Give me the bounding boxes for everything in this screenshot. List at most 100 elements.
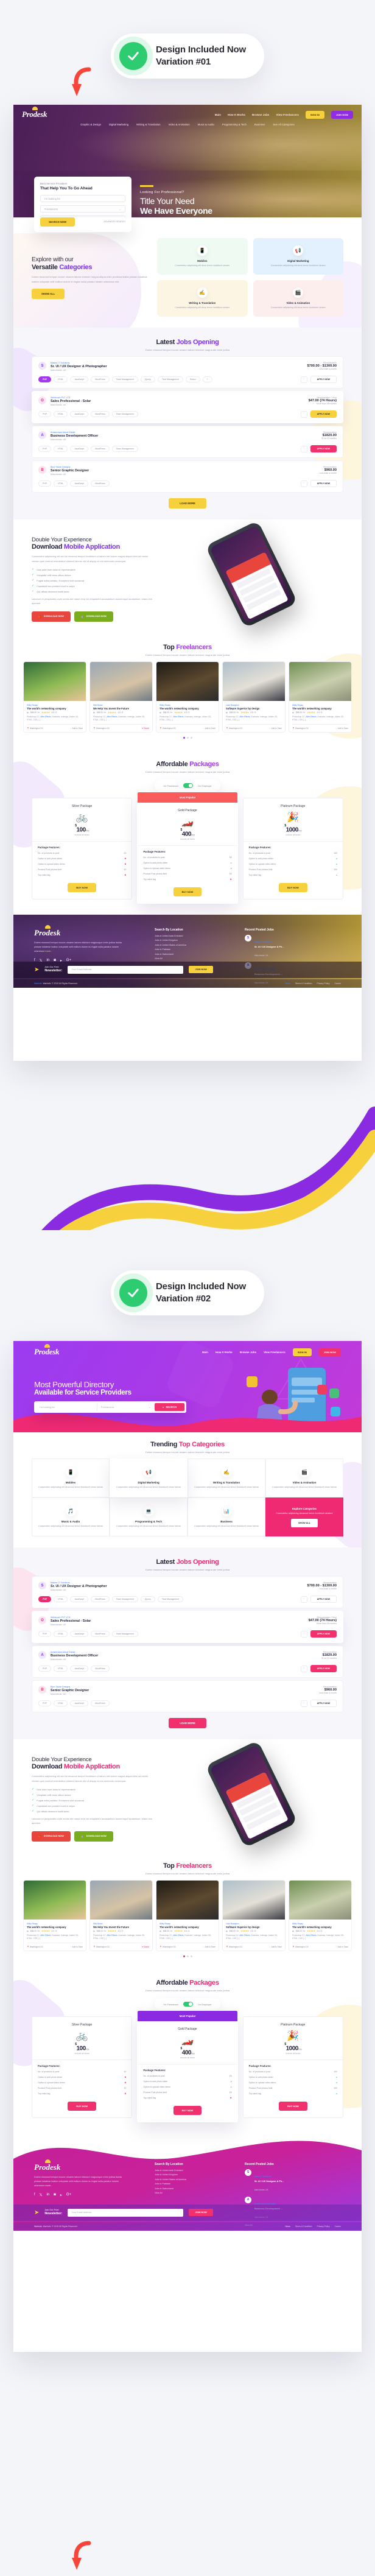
download-android-button[interactable]: 🤖 DOWNLOAD NOW <box>74 611 113 622</box>
job-title[interactable]: Sr. UI / UX Designer & Photographer <box>51 1585 107 1588</box>
toggle-switch[interactable] <box>183 783 194 789</box>
save-job-icon[interactable]: ♡ <box>300 1700 307 1707</box>
job-tag[interactable]: Team Management <box>111 446 138 452</box>
nav-item-main[interactable]: Main <box>215 113 221 116</box>
load-more-button[interactable]: LOAD MORE <box>169 1718 206 1729</box>
job-title[interactable]: Sales Professional - Solar <box>51 1619 91 1623</box>
apply-now-button[interactable]: APPLY NOW <box>310 445 337 453</box>
save-freelancer-button[interactable]: ♡ Add to Save <box>335 1946 348 1948</box>
job-company[interactable]: Maken IT Solutions <box>51 1582 107 1584</box>
category-card-programming[interactable]: 💻 Programming & Tech Consectetur adipisici… <box>110 1497 188 1537</box>
job-tag[interactable]: WordPress <box>91 411 110 418</box>
download-android-button[interactable]: 🤖 DOWNLOAD NOW <box>74 1831 113 1842</box>
freelancer-card[interactable]: Wiley Repay The world's networking compa… <box>23 1879 86 1952</box>
job-tag[interactable]: Redux <box>185 376 200 383</box>
save-freelancer-button[interactable]: ♡ Add to Save <box>70 1946 83 1948</box>
job-tag[interactable]: JavaScript <box>70 1596 89 1603</box>
pricing-audience-toggle[interactable]: I'm Freelancer I'm Employer <box>155 1998 220 2011</box>
job-tag[interactable]: HTML <box>53 480 68 487</box>
footer-link-terms[interactable]: Terms & Condition <box>295 2225 312 2228</box>
save-job-icon[interactable]: ♡ <box>300 1665 307 1672</box>
category-card-digital-marketing[interactable]: 📢 Digital Marketing Consectetur adipisicin… <box>110 1459 188 1498</box>
facebook-icon[interactable]: f <box>34 2193 35 2197</box>
job-company[interactable]: Amsterdam Adust Estate <box>51 1651 98 1653</box>
job-tag[interactable]: PHP <box>38 1666 51 1672</box>
job-row[interactable]: O Webtouch PVT LTD Sales Professional - … <box>32 1611 343 1644</box>
footer-link-news[interactable]: News <box>285 982 290 985</box>
list-item[interactable]: Jobs in United Kingdom <box>155 2173 234 2176</box>
job-tag[interactable]: Time Management <box>157 376 183 383</box>
job-title[interactable]: Sr. UI / UX Designer & Photographer <box>51 365 107 368</box>
load-more-button[interactable]: LOAD MORE <box>169 498 206 509</box>
job-company[interactable]: Amsterdam Adust Estate <box>51 431 98 434</box>
job-tag[interactable]: Team Management <box>111 1631 138 1638</box>
footer-link-career[interactable]: Career <box>335 982 341 985</box>
apply-now-button[interactable]: APPLY NOW <box>310 410 337 418</box>
job-company[interactable]: Webtouch PVT LTD <box>51 396 91 399</box>
footer-link-privacy[interactable]: Privacy Policy <box>317 982 330 985</box>
category-card-business[interactable]: 📊 Business Consectetur adipisicing elit de… <box>188 1497 265 1537</box>
youtube-icon[interactable]: ▸ <box>60 2193 62 2197</box>
view-all-link[interactable]: View All <box>155 2192 234 2194</box>
job-tag[interactable]: PHP <box>38 1700 51 1707</box>
footer-link-news[interactable]: News <box>285 2225 290 2228</box>
apply-now-button[interactable]: APPLY NOW <box>310 376 337 384</box>
job-tag[interactable]: HTML <box>53 1596 68 1603</box>
signin-button[interactable]: SIGN IN <box>292 1348 312 1356</box>
job-tag[interactable]: HTML <box>53 1631 68 1638</box>
nav-item-how-it-works[interactable]: How It Works <box>228 113 245 116</box>
logo[interactable]: Prodesk <box>22 107 47 119</box>
list-item[interactable]: Jobs in United States of America <box>155 944 234 946</box>
job-tag[interactable]: HTML <box>53 1700 68 1707</box>
job-tag-more[interactable]: + <box>202 376 212 383</box>
save-freelancer-button[interactable]: ♡ Add to Save <box>269 727 282 730</box>
catnav-business[interactable]: Business <box>254 123 265 126</box>
category-card-mobiles[interactable]: 📱 Mobiles Consectetur adipisicing elit deu… <box>32 1459 110 1498</box>
signin-button[interactable]: SIGN IN <box>305 110 324 119</box>
newsletter-email-input[interactable]: Your Email Address <box>68 965 184 974</box>
carousel-dots[interactable] <box>13 1955 362 1958</box>
footer-job-item[interactable]: S Maken IT Solutions Sr. UI / UX Designer… <box>245 934 341 959</box>
apply-now-button[interactable]: APPLY NOW <box>310 1700 337 1708</box>
list-item[interactable]: Jobs in Pakistan <box>155 948 234 951</box>
job-tag[interactable]: jQuery <box>140 1596 155 1603</box>
download-ios-button[interactable]: 🍎 DOWNLOAD NOW <box>32 1831 71 1842</box>
nav-item-view-freelancers[interactable]: View Freelancers <box>276 113 298 116</box>
search-input-keyword[interactable]: I'm looking for <box>36 1403 97 1411</box>
freelancer-card[interactable]: Wiley Repay The world's networking compa… <box>289 1879 352 1952</box>
save-freelancer-button[interactable]: ♡ Add to Save <box>203 1946 216 1948</box>
download-ios-button[interactable]: 🍎 DOWNLOAD NOW <box>32 611 71 622</box>
freelancer-card[interactable]: Wiley Repay The world's networking compa… <box>23 661 86 733</box>
job-company[interactable]: Blue Stone Designs <box>51 466 89 468</box>
nav-item-view-freelancers[interactable]: View Freelancers <box>264 1351 286 1354</box>
freelancer-card[interactable]: Luke Brampton Software Superior by desig… <box>222 661 286 733</box>
category-card-writing[interactable]: ✍️ Writing & Translation Consectetur adipi… <box>188 1459 265 1498</box>
buy-now-button[interactable]: BUY NOW <box>278 2101 307 2111</box>
show-all-button[interactable]: SHOW ALL <box>290 1518 318 1527</box>
footer-logo[interactable]: Prodesk <box>34 2159 144 2172</box>
search-select-type[interactable]: Freelancers ⌄ <box>96 1403 155 1411</box>
job-tag[interactable]: HTML <box>53 411 68 418</box>
catnav-digital-marketing[interactable]: Digital Marketing <box>109 123 128 126</box>
read-more-link[interactable]: more... <box>45 950 52 952</box>
list-item[interactable]: Jobs in Switzerland <box>155 2187 234 2190</box>
footer-logo[interactable]: Prodesk <box>34 924 144 938</box>
job-tag[interactable]: JavaScript <box>70 376 89 383</box>
category-card-music[interactable]: 🎵 Music & Audio Consectetur adipisicing el… <box>32 1497 110 1537</box>
job-tag[interactable]: Team Management <box>111 411 138 418</box>
freelancer-card[interactable]: Wiley Repay The world's networking compa… <box>289 661 352 733</box>
job-title[interactable]: Senior Graphic Designer <box>51 469 89 473</box>
job-row[interactable]: A Amsterdam Adust Estate Business Develo… <box>32 1645 343 1678</box>
view-all-link[interactable]: View All <box>155 957 234 960</box>
job-row[interactable]: O Webtouch PVT LTD Sales Professional - … <box>32 391 343 424</box>
carousel-dots[interactable] <box>13 737 362 739</box>
job-tag[interactable]: jQuery <box>140 376 155 383</box>
job-tag[interactable]: PHP <box>38 480 51 487</box>
join-now-button[interactable]: JOIN NOW <box>331 110 353 119</box>
buy-now-button[interactable]: BUY NOW <box>278 882 307 892</box>
job-row[interactable]: B Blue Stone Designs Senior Graphic Desi… <box>32 460 343 493</box>
search-now-button[interactable]: SEARCH NOW <box>40 217 75 227</box>
buy-now-button[interactable]: BUY NOW <box>68 882 97 892</box>
category-card-digital-marketing[interactable]: 📢 Digital Marketing Consectetur adipisic… <box>253 238 343 275</box>
category-card-mobiles[interactable]: 📱 Mobiles Consectetur adipisicing elit d… <box>157 238 248 275</box>
